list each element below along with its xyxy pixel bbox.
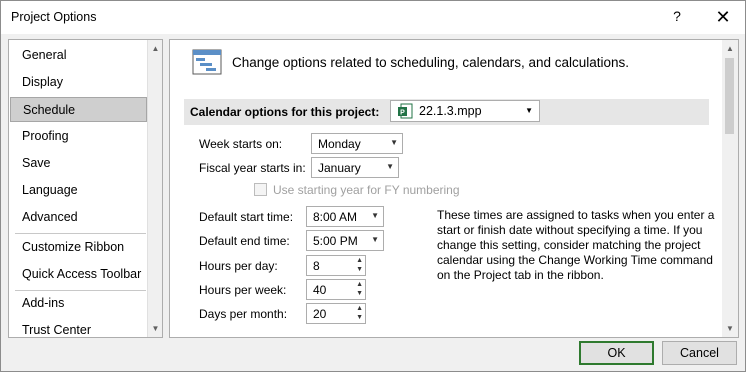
scroll-down-arrow-icon[interactable]: ▼ <box>148 321 162 336</box>
default-start-label: Default start time: <box>199 210 294 224</box>
nav-item-proofing[interactable]: Proofing <box>10 124 147 149</box>
default-start-dropdown[interactable]: 8:00 AM ▼ <box>306 206 384 227</box>
section-label: Calendar options for this project: <box>190 105 380 119</box>
dropdown-arrow-icon: ▼ <box>525 106 533 115</box>
panel-scrollbar[interactable]: ▲ ▼ <box>722 40 738 337</box>
dropdown-arrow-icon: ▼ <box>390 138 398 147</box>
dialog-title: Project Options <box>11 10 97 24</box>
hours-per-day-value: 8 <box>313 259 320 273</box>
hours-per-week-spinner[interactable]: 40 ▲ ▼ <box>306 279 366 300</box>
spin-up-icon[interactable]: ▲ <box>356 281 363 288</box>
nav-item-schedule[interactable]: Schedule <box>10 97 147 122</box>
schedule-calendar-icon <box>192 49 222 75</box>
spin-down-icon[interactable]: ▼ <box>356 266 363 273</box>
scroll-thumb[interactable] <box>725 58 734 134</box>
use-starting-year-checkbox[interactable] <box>254 183 267 196</box>
nav-item-language[interactable]: Language <box>10 178 147 203</box>
default-start-value: 8:00 AM <box>313 210 358 224</box>
nav-item-quick-access-toolbar[interactable]: Quick Access Toolbar <box>10 262 147 287</box>
title-bar: Project Options ? ✕ <box>1 1 745 34</box>
project-file-icon: P <box>398 103 413 119</box>
hours-per-week-value: 40 <box>313 283 327 297</box>
help-button[interactable]: ? <box>666 8 688 28</box>
days-per-month-value: 20 <box>313 307 327 321</box>
week-starts-dropdown[interactable]: Monday ▼ <box>311 133 403 154</box>
week-starts-label: Week starts on: <box>199 137 283 151</box>
scroll-down-arrow-icon[interactable]: ▼ <box>722 321 738 336</box>
dropdown-arrow-icon: ▼ <box>371 211 379 220</box>
fiscal-year-label: Fiscal year starts in: <box>199 161 306 175</box>
nav-item-trust-center[interactable]: Trust Center <box>10 318 147 337</box>
cancel-button[interactable]: Cancel <box>662 341 737 365</box>
panel-header: Change options related to scheduling, ca… <box>232 55 630 70</box>
hours-per-day-label: Hours per day: <box>199 259 278 273</box>
use-starting-year-label: Use starting year for FY numbering <box>273 183 460 197</box>
dropdown-arrow-icon: ▼ <box>371 235 379 244</box>
week-starts-value: Monday <box>318 137 361 151</box>
fiscal-year-dropdown[interactable]: January ▼ <box>311 157 399 178</box>
hours-per-day-spinner[interactable]: 8 ▲ ▼ <box>306 255 366 276</box>
scroll-up-arrow-icon[interactable]: ▲ <box>148 41 162 56</box>
spin-up-icon[interactable]: ▲ <box>356 257 363 264</box>
nav-separator <box>15 233 146 234</box>
hours-per-week-label: Hours per week: <box>199 283 287 297</box>
nav-item-advanced[interactable]: Advanced <box>10 205 147 230</box>
nav-scrollbar[interactable]: ▲ ▼ <box>147 40 162 337</box>
nav-item-general[interactable]: General <box>10 43 147 68</box>
project-file-dropdown[interactable]: P 22.1.3.mpp ▼ <box>390 100 540 122</box>
options-nav: General Display Schedule Proofing Save L… <box>8 39 163 338</box>
default-end-value: 5:00 PM <box>313 234 358 248</box>
default-times-note: These times are assigned to tasks when y… <box>437 208 715 282</box>
nav-item-add-ins[interactable]: Add-ins <box>10 291 147 316</box>
calendar-options-section: Calendar options for this project: P 22.… <box>184 99 709 125</box>
default-end-label: Default end time: <box>199 234 290 248</box>
days-per-month-label: Days per month: <box>199 307 288 321</box>
spin-up-icon[interactable]: ▲ <box>356 305 363 312</box>
default-end-dropdown[interactable]: 5:00 PM ▼ <box>306 230 384 251</box>
scroll-up-arrow-icon[interactable]: ▲ <box>722 41 738 56</box>
close-button[interactable]: ✕ <box>710 6 736 28</box>
ok-button[interactable]: OK <box>579 341 654 365</box>
dropdown-arrow-icon: ▼ <box>386 162 394 171</box>
nav-item-save[interactable]: Save <box>10 151 147 176</box>
spin-down-icon[interactable]: ▼ <box>356 314 363 321</box>
days-per-month-spinner[interactable]: 20 ▲ ▼ <box>306 303 366 324</box>
project-file-name: 22.1.3.mpp <box>419 104 482 118</box>
spin-down-icon[interactable]: ▼ <box>356 290 363 297</box>
fiscal-year-value: January <box>318 161 361 175</box>
svg-text:P: P <box>400 110 405 117</box>
project-options-dialog: Project Options ? ✕ General Display Sche… <box>0 0 746 372</box>
schedule-options-panel: Change options related to scheduling, ca… <box>169 39 739 338</box>
nav-item-display[interactable]: Display <box>10 70 147 95</box>
nav-item-customize-ribbon[interactable]: Customize Ribbon <box>10 235 147 260</box>
